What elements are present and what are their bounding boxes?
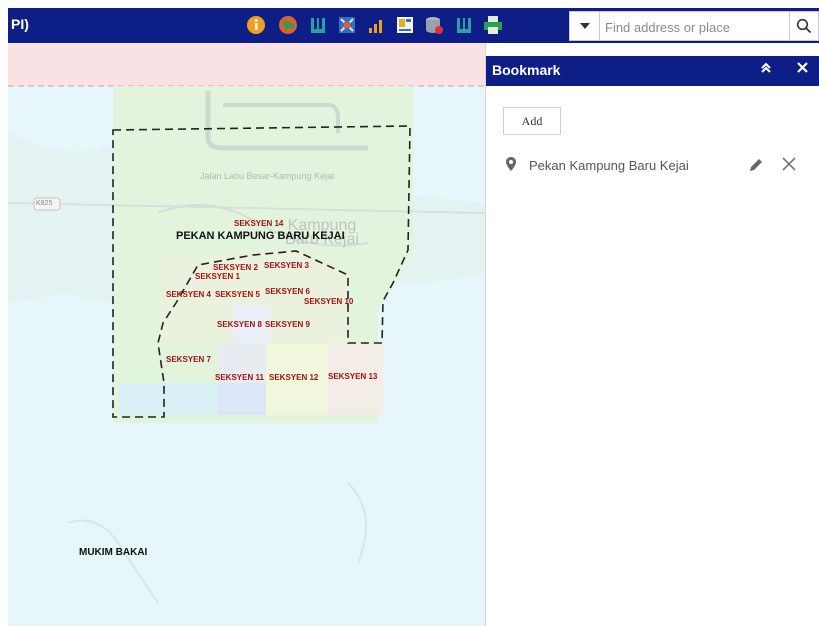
section-label: SEKSYEN 12 (269, 373, 319, 382)
bookmark-list-icon[interactable] (307, 14, 329, 36)
search-input[interactable] (603, 14, 777, 40)
double-chevron-up-icon (761, 62, 771, 73)
section-label: SEKSYEN 7 (166, 355, 211, 364)
bookmark-item[interactable]: Pekan Kampung Baru Kejai (486, 149, 819, 183)
search-source-dropdown[interactable] (570, 12, 600, 40)
map-pin-icon (506, 157, 516, 171)
section-label: SEKSYEN 14 (234, 219, 284, 228)
globe-icon[interactable] (277, 14, 299, 36)
section-label: SEKSYEN 6 (265, 287, 310, 296)
section-label: SEKSYEN 8 (217, 320, 262, 329)
print-icon[interactable] (482, 14, 504, 36)
town-label: PEKAN KAMPUNG BARU KEJAI (176, 230, 345, 242)
map-canvas (8, 43, 485, 626)
close-panel-button[interactable] (797, 60, 808, 77)
close-icon (782, 157, 796, 171)
search-button[interactable] (789, 12, 818, 40)
search-icon (796, 18, 812, 34)
close-icon (797, 62, 808, 73)
section-label: SEKSYEN 3 (264, 261, 309, 270)
app-frame: PI) Find address or place K825 Jalan Lab… (8, 8, 819, 626)
map-layers-icon[interactable] (336, 14, 358, 36)
section-label: SEKSYEN 2 (213, 263, 258, 272)
app-title: PI) (11, 16, 29, 32)
top-toolbar: PI) (8, 8, 819, 43)
section-label: SEKSYEN 13 (328, 372, 378, 381)
road-shield-label: K825 (36, 200, 53, 207)
info-icon[interactable] (245, 14, 267, 36)
collapse-panel-button[interactable] (760, 61, 772, 77)
section-label: SEKSYEN 11 (215, 373, 264, 382)
section-label: SEKSYEN 10 (304, 297, 354, 306)
section-label: SEKSYEN 9 (265, 320, 310, 329)
road-label: Jalan Labu Besar-Kampung Kejai (200, 171, 335, 181)
panel-header: Bookmark (486, 56, 819, 86)
search-box (569, 11, 819, 41)
add-bookmark-button[interactable]: Add (503, 107, 561, 135)
bar-chart-icon[interactable] (366, 14, 388, 36)
mukim-label: MUKIM BAKAI (79, 547, 148, 558)
bookmark-name: Pekan Kampung Baru Kejai (529, 158, 689, 173)
bookmark-icon[interactable] (453, 14, 475, 36)
delete-bookmark-button[interactable] (781, 156, 797, 177)
bookmark-panel: Bookmark Add Pekan Kampung Baru Kejai (485, 43, 819, 626)
chevron-down-icon (579, 23, 590, 29)
map-view[interactable]: K825 Jalan Labu Besar-Kampung Kejai Kamp… (8, 43, 485, 626)
edit-bookmark-button[interactable] (748, 157, 764, 178)
section-label: SEKSYEN 5 (215, 290, 260, 299)
database-icon[interactable] (423, 14, 445, 36)
panel-title: Bookmark (492, 62, 561, 78)
section-label: SEKSYEN 4 (166, 290, 211, 299)
legend-icon[interactable] (394, 14, 416, 36)
section-label: SEKSYEN 1 (195, 272, 240, 281)
pencil-icon (750, 159, 762, 171)
